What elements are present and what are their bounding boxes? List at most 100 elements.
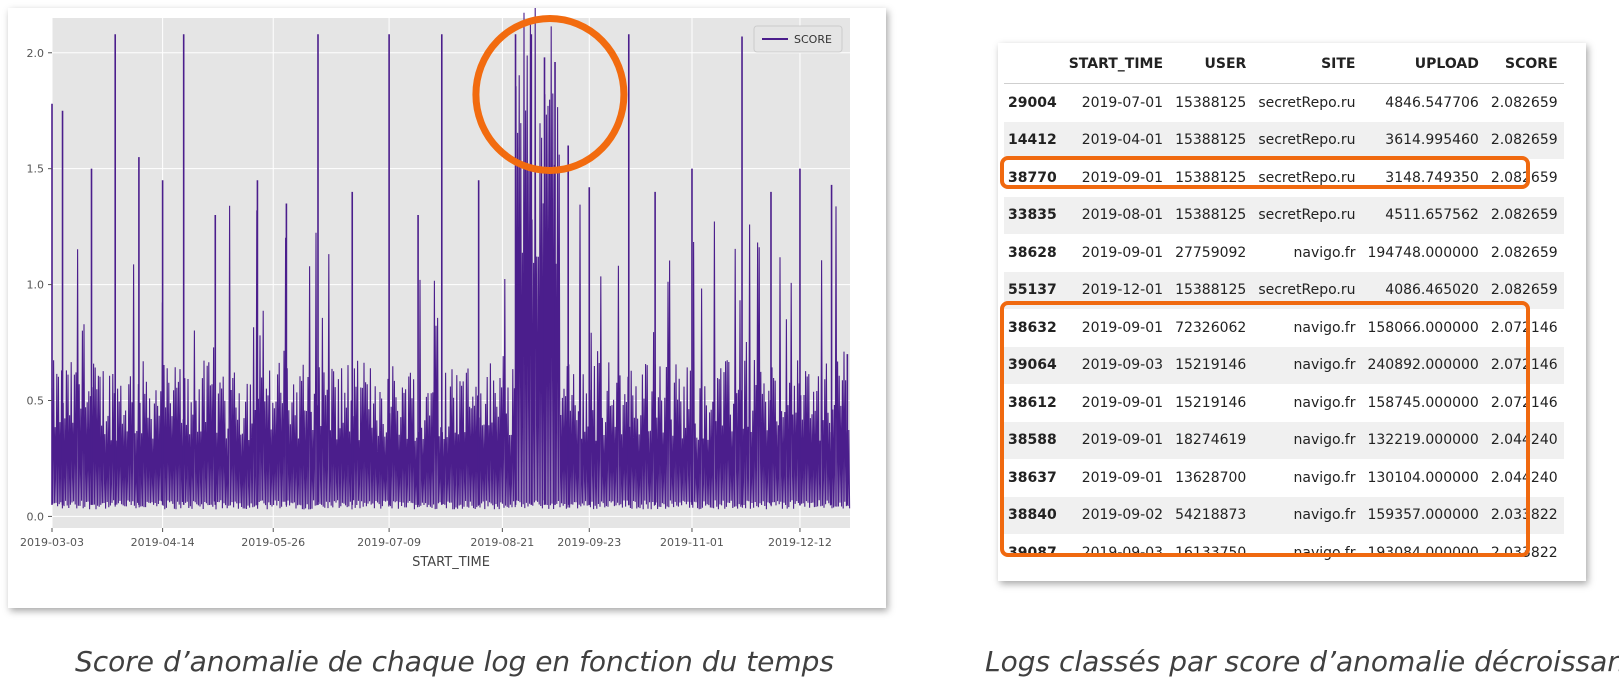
cell-start_time: 2019-09-01 [1081,244,1164,261]
cell-upload: 132219.000000 [1367,432,1479,449]
table-row: 39064 2019-09-03 15219146 navigo.fr 240892.0… [1004,346,1564,384]
cell-user: 72326062 [1175,319,1247,336]
cell-start_time: 2019-09-03 [1081,544,1164,561]
cell-score: 2.044240 [1490,432,1558,449]
cell-user: 54218873 [1175,507,1247,524]
row-index: 38632 [1008,319,1057,336]
table-panel: START_TIME USER SITE UPLOAD SCORE 29004 2019-… [998,43,1586,581]
cell-site: navigo.fr [1293,469,1356,486]
cell-start_time: 2019-09-01 [1081,469,1164,486]
row-index: 38628 [1008,244,1057,261]
cell-score: 2.082659 [1490,207,1558,224]
cell-upload: 158066.000000 [1367,319,1479,336]
cell-user: 27759092 [1175,244,1247,261]
y-tick-label: 1.5 [27,163,45,176]
x-tick-label: 2019-03-03 [20,536,84,549]
cell-user: 15219146 [1175,357,1247,374]
cell-site: navigo.fr [1293,244,1356,261]
cell-upload: 3148.749350 [1385,169,1479,186]
cell-upload: 130104.000000 [1367,469,1479,486]
cell-upload: 193084.000000 [1367,544,1479,561]
cell-site: navigo.fr [1293,507,1356,524]
table-row: 38637 2019-09-01 13628700 navigo.fr 130104.0… [1004,459,1564,497]
cell-start_time: 2019-09-01 [1081,169,1164,186]
cell-user: 15388125 [1175,132,1247,149]
table-row: 38840 2019-09-02 54218873 navigo.fr 159357.0… [1004,496,1564,534]
table-row: 38628 2019-09-01 27759092 navigo.fr 194748.0… [1004,234,1564,272]
cell-site: secretRepo.ru [1258,169,1356,186]
row-index: 38770 [1008,169,1057,186]
row-index: 38588 [1008,432,1057,449]
cell-start_time: 2019-08-01 [1081,207,1164,224]
cell-site: navigo.fr [1293,357,1356,374]
cell-score: 2.082659 [1490,282,1558,299]
cell-upload: 3614.995460 [1385,132,1479,149]
cell-user: 15388125 [1175,207,1247,224]
cell-upload: 4511.657562 [1385,207,1479,224]
cell-site: secretRepo.ru [1258,132,1356,149]
row-index: 38612 [1008,394,1057,411]
cell-user: 15388125 [1175,94,1247,111]
column-header-upload: UPLOAD [1361,45,1485,84]
cell-user: 13628700 [1175,469,1247,486]
cell-upload: 240892.000000 [1367,357,1479,374]
x-tick-label: 2019-12-12 [768,536,832,549]
row-index: 29004 [1008,94,1057,111]
x-tick-label: 2019-11-01 [660,536,724,549]
y-tick-label: 0.5 [27,395,45,408]
table-row: 39087 2019-09-03 16133750 navigo.fr 193084.0… [1004,534,1564,572]
cell-start_time: 2019-09-01 [1081,319,1164,336]
cell-user: 16133750 [1175,544,1247,561]
cell-start_time: 2019-09-01 [1081,432,1164,449]
x-tick-label: 2019-07-09 [357,536,421,549]
chart-panel: 0.0 0.5 1.0 1.5 2.0 2019-03-03 2019-04-14 2019-… [8,2,886,608]
cell-score: 2.082659 [1490,94,1558,111]
table-row: 38612 2019-09-01 15219146 navigo.fr 158745.0… [1004,384,1564,422]
cell-user: 15388125 [1175,169,1247,186]
table-row: 38632 2019-09-01 72326062 navigo.fr 158066.0… [1004,309,1564,347]
legend-label: SCORE [794,33,832,46]
cell-user: 15219146 [1175,394,1247,411]
cell-site: navigo.fr [1293,432,1356,449]
cell-site: navigo.fr [1293,544,1356,561]
cell-score: 2.082659 [1490,169,1558,186]
cell-start_time: 2019-07-01 [1081,94,1164,111]
y-tick-label: 1.0 [27,279,45,292]
row-index: 55137 [1008,282,1057,299]
cell-score: 2.044240 [1490,469,1558,486]
table-row: 33835 2019-08-01 15388125 secretRepo.ru 4511… [1004,196,1564,234]
row-index: 39064 [1008,357,1057,374]
cell-user: 18274619 [1175,432,1247,449]
cell-upload: 4846.547706 [1385,94,1479,111]
y-tick-label: 0.0 [27,510,45,523]
x-tick-label: 2019-08-21 [470,536,534,549]
table-row: 29004 2019-07-01 15388125 secretRepo.ru 4846… [1004,84,1564,122]
cell-upload: 159357.000000 [1367,507,1479,524]
cell-start_time: 2019-09-02 [1081,507,1164,524]
y-tick-label: 2.0 [27,47,45,60]
row-index: 39087 [1008,544,1057,561]
caption-right: Logs classés par score d’anomalie décroi… [985,645,1619,678]
cell-site: secretRepo.ru [1258,207,1356,224]
row-index: 14412 [1008,132,1057,149]
cell-score: 2.072146 [1490,357,1558,374]
cell-score: 2.033822 [1490,544,1558,561]
column-header-start_time: START_TIME [1062,45,1170,84]
cell-upload: 158745.000000 [1367,394,1479,411]
x-tick-label: 2019-09-23 [557,536,621,549]
column-header-user: USER [1169,45,1253,84]
table-row: 38588 2019-09-01 18274619 navigo.fr 132219.0… [1004,421,1564,459]
cell-score: 2.072146 [1490,319,1558,336]
cell-site: secretRepo.ru [1258,94,1356,111]
cell-score: 2.033822 [1490,507,1558,524]
table-row: 38770 2019-09-01 15388125 secretRepo.ru 3148… [1004,159,1564,197]
cell-start_time: 2019-04-01 [1081,132,1164,149]
column-header-site: SITE [1252,45,1362,84]
x-tick-label: 2019-04-14 [131,536,195,549]
column-header-score: SCORE [1484,45,1564,84]
cell-upload: 194748.000000 [1367,244,1479,261]
row-index: 38840 [1008,507,1057,524]
row-index: 33835 [1008,207,1057,224]
table-row: 55137 2019-12-01 15388125 secretRepo.ru 4086… [1004,271,1564,309]
cell-user: 15388125 [1175,282,1247,299]
